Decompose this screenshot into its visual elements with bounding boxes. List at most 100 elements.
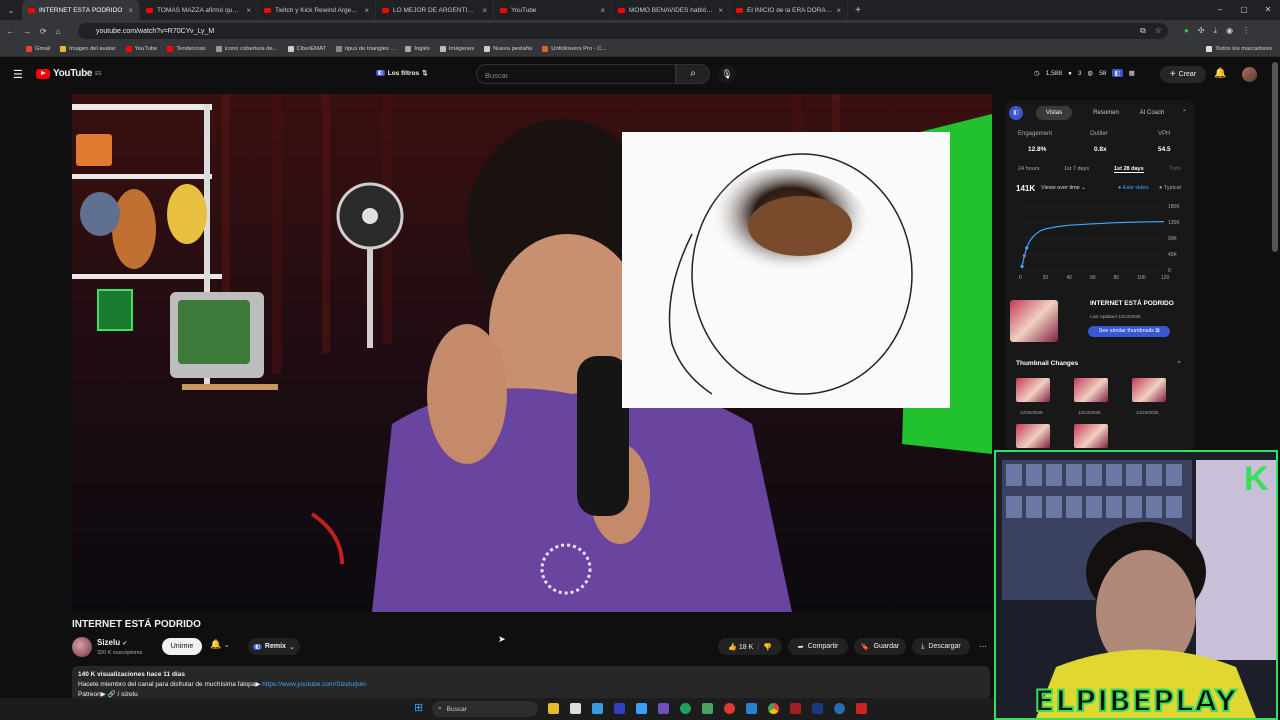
tab-close-icon[interactable]: × [246,6,251,15]
bookmark-item[interactable]: Unfollowers Pro - C... [542,46,606,52]
photos-icon[interactable] [592,703,603,714]
app-icon[interactable] [790,703,801,714]
bookmark-item[interactable]: Todos los marcadores [1206,46,1272,52]
download-button[interactable]: ⤓ Descargar [912,638,970,655]
calendar-icon[interactable] [570,703,581,714]
bookmark-item[interactable]: Tendencias [167,46,206,52]
youtube-logo[interactable]: YouTube ES [36,68,102,79]
bookmark-item[interactable]: Nueva pestaña [484,46,532,52]
vegas-icon[interactable] [614,703,625,714]
tab-close-icon[interactable]: × [600,6,605,15]
app-icon[interactable] [746,703,757,714]
range-7d[interactable]: 1st 7 days [1064,166,1089,172]
profile-icon[interactable]: ◉ [1226,26,1233,36]
search-input[interactable]: Buscar [476,64,676,84]
voice-search-button[interactable]: 🎙 [718,65,736,83]
tab-search-icon[interactable]: ⌄ [0,6,22,15]
app-icon[interactable] [724,703,735,714]
tab-ai-coach[interactable]: AI Coach [1132,106,1172,120]
download-icon[interactable]: ⤓ [1214,26,1218,36]
file-explorer-icon[interactable] [548,703,559,714]
similar-thumbnails-button[interactable]: See similar thumbnails ⧉ [1088,326,1170,337]
grid-icon[interactable]: ▦ [1129,69,1135,77]
thumbnail-change-item[interactable] [1016,378,1050,402]
notifications-icon[interactable]: 🔔 [1214,68,1226,79]
data-point[interactable] [1022,254,1026,258]
save-button[interactable]: 🔖 Guardar [854,638,906,655]
forward-icon[interactable]: → [23,27,31,36]
more-actions-icon[interactable]: ⋯ [974,638,992,655]
maximize-icon[interactable]: ▢ [1232,0,1256,20]
close-window-icon[interactable]: ✕ [1256,0,1280,20]
browser-tab[interactable]: LO MEJOR DE ARGENTINA 202 × [376,0,494,20]
windows-start-icon[interactable]: ⊞ [414,702,426,714]
channel-name[interactable]: Sizelu ✔ [97,638,127,647]
avatar[interactable] [1242,67,1257,82]
minimize-icon[interactable]: – [1208,0,1232,20]
app-icon[interactable] [834,703,845,714]
new-tab-icon[interactable]: + [848,5,868,16]
ext-badge-icon[interactable]: ◧ [1112,69,1123,77]
thumbnail-change-item[interactable] [1074,424,1108,448]
join-button[interactable]: Unirme [162,638,202,655]
reload-icon[interactable]: ⟳ [40,27,47,36]
collapse-icon[interactable]: ⌃ [1182,109,1187,116]
chrome-icon[interactable] [768,703,779,714]
tab-close-icon[interactable]: × [482,6,487,15]
puzzle-icon[interactable]: ✣ [1198,26,1205,36]
bookmark-item[interactable]: Gmail [26,46,50,52]
bookmark-item[interactable]: Imagen del avatar [60,46,116,52]
tab-close-icon[interactable]: × [364,6,369,15]
bookmark-item[interactable]: CiberEMAT [287,46,326,52]
tab-resumen[interactable]: Resumen [1086,106,1126,120]
taskbar-search[interactable]: ⌕ Buscar [432,701,538,717]
browser-tab[interactable]: El INICIO de la ERA DORADA × [730,0,848,20]
app-icon[interactable] [636,703,647,714]
views-mode-dropdown[interactable]: Views over time ⌄ [1041,185,1086,191]
range-28d[interactable]: 1st 28 days [1114,166,1144,173]
browser-tab[interactable]: MOMO BENAVIDES habló de s × [612,0,730,20]
home-icon[interactable]: ⌂ [56,27,61,36]
tab-vistas[interactable]: Vistas [1036,106,1072,120]
bookmark-item[interactable]: Inglés [405,46,430,52]
tab-close-icon[interactable]: × [836,6,841,15]
current-thumbnail[interactable] [1010,300,1058,342]
bookmark-item[interactable]: YouTube [125,46,157,52]
thumbnail-change-item[interactable] [1074,378,1108,402]
data-point[interactable] [1020,264,1024,269]
back-icon[interactable]: ← [6,27,14,36]
star-icon[interactable]: ☆ [1155,26,1162,36]
menu-icon[interactable]: ⋮ [1242,26,1250,36]
collapse-changes-icon[interactable]: ⌃ [1176,360,1182,368]
range-all[interactable]: Todo [1169,166,1181,172]
app-icon[interactable] [658,703,669,714]
bookmark-item[interactable]: tipus de triangles ... [336,46,395,52]
browser-tab[interactable]: Twitch y Kick Rewind Argentina × [258,0,376,20]
extension-icon[interactable]: ● [1184,26,1189,36]
browser-tab[interactable]: YouTube × [494,0,612,20]
bookmark-item[interactable]: Imágenes [439,46,474,52]
remix-button[interactable]: ◧ Remix ⌄ [248,638,300,655]
cast-icon[interactable]: ⧉ [1140,26,1146,36]
thumbnail-change-item[interactable] [1132,378,1166,402]
subscribe-bell-button[interactable]: 🔔 ⌄ [210,639,230,650]
photoshop-icon[interactable] [812,703,823,714]
hamburger-icon[interactable]: ☰ [13,68,23,81]
filters-button[interactable]: ◧ Los filtros ⇅ [376,69,428,77]
video-player[interactable] [72,94,992,612]
range-24h[interactable]: 24 hours [1018,166,1039,172]
dislike-icon[interactable]: 👎 [763,643,772,651]
whatsapp-icon[interactable] [680,703,691,714]
thumbnail-change-item[interactable] [1016,424,1050,448]
channel-avatar[interactable] [72,637,92,657]
data-point[interactable] [1025,246,1029,250]
share-button[interactable]: ➦ Compartir [788,638,848,655]
search-button[interactable]: ⌕ [676,64,710,84]
tab-close-icon[interactable]: × [718,6,723,15]
url-field[interactable]: youtube.com/watch?v=R70CYv_Ly_M [78,23,1168,39]
description-box[interactable]: 140 K visualizaciones hace 11 días Hacet… [72,666,990,700]
like-button[interactable]: 👍 18 K [728,643,753,651]
page-scrollbar[interactable] [1272,62,1278,252]
tab-close-icon[interactable]: × [128,6,133,15]
bookmark-item[interactable]: icono cobertura de... [215,46,278,52]
